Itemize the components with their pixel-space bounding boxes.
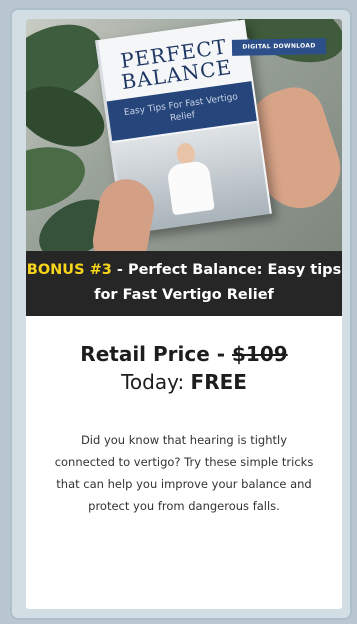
bonus-caption: BONUS #3 - Perfect Balance: Easy tips fo… bbox=[26, 251, 342, 316]
retail-price: Retail Price - $109 bbox=[26, 340, 342, 368]
today-price-value: FREE bbox=[190, 370, 247, 394]
today-price: Today: FREE bbox=[26, 368, 342, 396]
bonus-description: Did you know that hearing is tightly con… bbox=[54, 433, 314, 513]
retail-price-value: $109 bbox=[232, 342, 288, 366]
digital-download-badge: DIGITAL DOWNLOAD bbox=[231, 38, 327, 56]
bonus-title: - Perfect Balance: Easy tips for Fast Ve… bbox=[94, 262, 342, 303]
bonus-label: BONUS #3 bbox=[26, 262, 112, 278]
today-price-label: Today: bbox=[121, 370, 191, 394]
book-mockup-image: PERFECT BALANCE Easy Tips For Fast Verti… bbox=[26, 19, 342, 251]
retail-price-label: Retail Price - bbox=[80, 342, 233, 366]
person-body bbox=[166, 159, 215, 216]
bonus-offer-card: PERFECT BALANCE Easy Tips For Fast Verti… bbox=[26, 19, 342, 609]
